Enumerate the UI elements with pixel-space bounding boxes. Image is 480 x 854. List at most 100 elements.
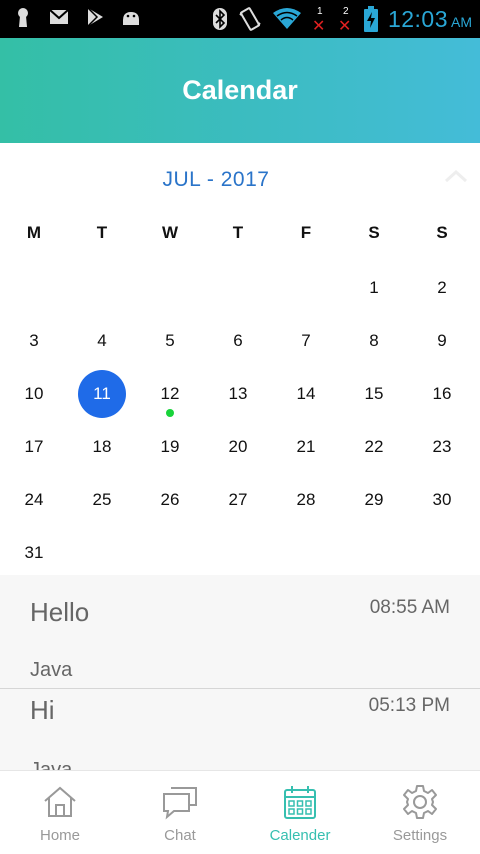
event-indicator-dot (166, 409, 174, 417)
calendar-day[interactable]: 27 (204, 473, 272, 526)
calendar-day[interactable]: 11 (68, 367, 136, 420)
calendar-day[interactable]: 5 (136, 314, 204, 367)
page-title: Calendar (182, 75, 298, 105)
calendar-day-number: 18 (92, 436, 112, 456)
calendar-day[interactable]: 19 (136, 420, 204, 473)
calendar-empty-cell (204, 261, 272, 314)
calendar-day[interactable]: 31 (0, 526, 68, 579)
event-item[interactable]: Hello 08:55 AM Java (0, 575, 480, 688)
calendar-week-row: 3 4 5 6 7 8 9 (0, 314, 476, 367)
calendar-empty-cell (408, 526, 476, 579)
calendar-day[interactable]: 7 (272, 314, 340, 367)
notification-icons (12, 6, 142, 28)
weekday-label: W (161, 223, 179, 242)
bluetooth-icon (212, 8, 227, 30)
calendar-day-number: 5 (165, 330, 175, 350)
event-item[interactable]: Hi 05:13 PM Java (0, 688, 480, 770)
calendar-day-number: 13 (228, 383, 248, 403)
calendar-day-number: 8 (369, 330, 379, 350)
calendar-day-number: 23 (432, 436, 452, 456)
calendar-day[interactable]: 18 (68, 420, 136, 473)
calendar-day[interactable]: 6 (204, 314, 272, 367)
calendar-day-number: 1 (369, 277, 379, 297)
calendar-day[interactable]: 23 (408, 420, 476, 473)
calendar-day[interactable]: 20 (204, 420, 272, 473)
calendar-day[interactable]: 24 (0, 473, 68, 526)
calendar-day-number: 29 (364, 489, 384, 509)
calendar-empty-cell (0, 261, 68, 314)
calendar-day[interactable]: 12 (136, 367, 204, 420)
month-label[interactable]: JUL - 2017 (0, 168, 432, 192)
calendar-day[interactable]: 21 (272, 420, 340, 473)
calendar-day-number: 6 (233, 330, 243, 350)
calendar-day[interactable]: 3 (0, 314, 68, 367)
calendar-week-row: 17 18 19 20 21 22 23 (0, 420, 476, 473)
calendar-day[interactable]: 2 (408, 261, 476, 314)
calendar-day[interactable]: 14 (272, 367, 340, 420)
calendar-day-number: 2 (437, 277, 447, 297)
calendar-day[interactable]: 15 (340, 367, 408, 420)
calendar-day[interactable]: 4 (68, 314, 136, 367)
home-icon (44, 786, 76, 817)
event-list: Hello 08:55 AM Java Hi 05:13 PM Java (0, 575, 480, 770)
calendar-empty-cell (272, 261, 340, 314)
event-time: 05:13 PM (368, 695, 450, 716)
event-title: Hello (30, 597, 90, 627)
calendar-day-number: 11 (78, 369, 126, 418)
status-bar: 1 ✕ 2 ✕ 12:03 AM (0, 0, 480, 38)
nav-label: Calender (269, 827, 331, 844)
weekday-label: M (26, 223, 42, 242)
calendar-day-number: 24 (24, 489, 44, 509)
calendar-panel: JUL - 2017 M T W T F S S 1 2 3 4 5 6 7 8 9 10 11 12… (0, 143, 480, 575)
calendar-day[interactable]: 30 (408, 473, 476, 526)
calendar-day-number: 21 (296, 436, 316, 456)
weekday-label: S (436, 223, 448, 242)
android-icon (123, 12, 139, 25)
calendar-day[interactable]: 9 (408, 314, 476, 367)
nav-label: Home (39, 827, 80, 844)
calendar-day-number: 14 (296, 383, 316, 403)
nav-item-settings[interactable]: Settings (360, 771, 480, 854)
calendar-empty-cell (136, 526, 204, 579)
calendar-empty-cell (340, 526, 408, 579)
clock-ampm: AM (451, 14, 472, 30)
clock: 12:03 AM (388, 6, 472, 33)
event-time: 08:55 AM (369, 597, 450, 618)
calendar-day[interactable]: 8 (340, 314, 408, 367)
calendar-day-number: 19 (160, 436, 180, 456)
calendar-day[interactable]: 10 (0, 367, 68, 420)
system-icons: 1 ✕ 2 ✕ 12:03 AM (212, 0, 472, 38)
calendar-icon (284, 786, 316, 819)
calendar-empty-cell (204, 526, 272, 579)
chat-icon (163, 787, 197, 820)
calendar-day[interactable]: 1 (340, 261, 408, 314)
calendar-day[interactable]: 26 (136, 473, 204, 526)
nav-item-calendar[interactable]: Calender (240, 771, 360, 854)
nav-label: Chat (164, 827, 196, 844)
calendar-week-row: 24 25 26 27 28 29 30 (0, 473, 476, 526)
calendar-day[interactable]: 25 (68, 473, 136, 526)
sim1-no-signal-icon: 1 ✕ (311, 6, 326, 35)
nav-label: Settings (392, 827, 448, 844)
nav-item-chat[interactable]: Chat (120, 771, 240, 854)
app-header: Calendar (0, 38, 480, 143)
calendar-day-number: 22 (364, 436, 384, 456)
calendar-day-number: 26 (160, 489, 180, 509)
nav-item-home[interactable]: Home (0, 771, 120, 854)
calendar-day-number: 7 (301, 330, 311, 350)
calendar-day[interactable]: 28 (272, 473, 340, 526)
calendar-day-number: 30 (432, 489, 452, 509)
calendar-day[interactable]: 17 (0, 420, 68, 473)
chevron-up-icon[interactable] (444, 169, 468, 183)
calendar-day[interactable]: 22 (340, 420, 408, 473)
calendar-day-number: 4 (97, 330, 107, 350)
calendar-day[interactable]: 13 (204, 367, 272, 420)
weekday-header: M T W T F S S (0, 223, 476, 247)
gear-icon (403, 785, 437, 819)
calendar-day[interactable]: 29 (340, 473, 408, 526)
calendar-empty-cell (272, 526, 340, 579)
weekday-label: S (368, 223, 380, 242)
calendar-day[interactable]: 16 (408, 367, 476, 420)
event-subtitle: Java (30, 659, 73, 681)
calendar-day-number: 20 (228, 436, 248, 456)
